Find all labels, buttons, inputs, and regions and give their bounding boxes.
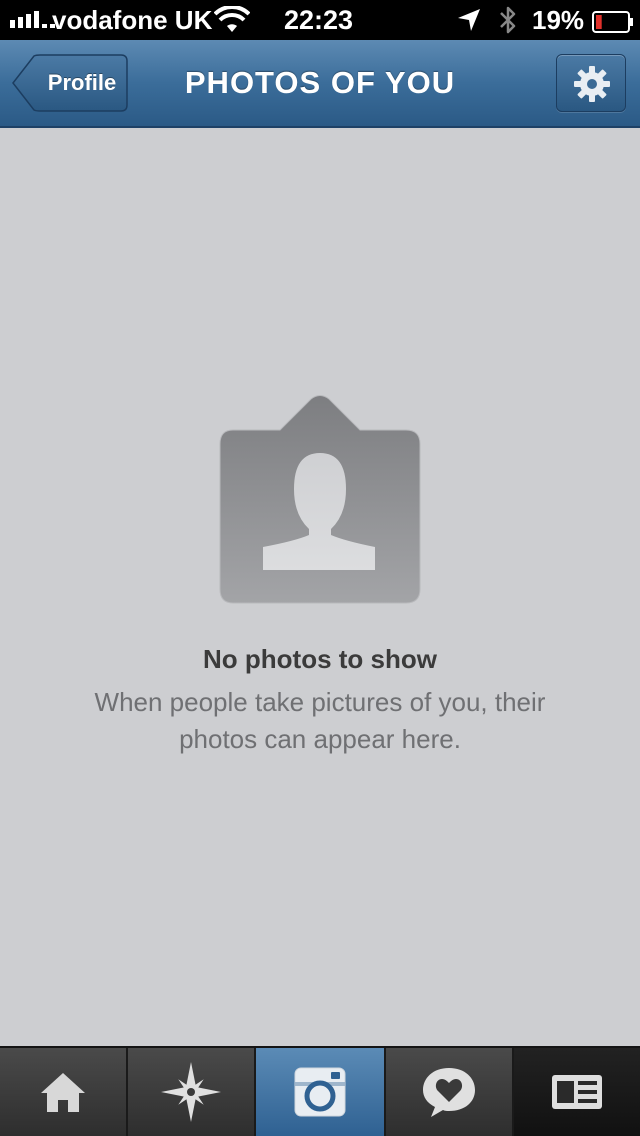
tab-bar bbox=[0, 1046, 640, 1136]
tab-camera[interactable] bbox=[256, 1048, 386, 1136]
tab-home[interactable] bbox=[0, 1048, 128, 1136]
tab-explore[interactable] bbox=[128, 1048, 256, 1136]
bluetooth-icon bbox=[498, 4, 518, 43]
gear-icon bbox=[574, 66, 610, 102]
back-button[interactable]: Profile bbox=[12, 54, 128, 112]
carrier-name: vodafone UK bbox=[52, 5, 213, 35]
camera-icon bbox=[294, 1067, 346, 1117]
back-button-label: Profile bbox=[47, 70, 117, 95]
settings-button[interactable] bbox=[556, 54, 626, 112]
home-icon bbox=[41, 1073, 85, 1112]
empty-state: No photos to show When people take pictu… bbox=[0, 128, 640, 1046]
wifi-icon bbox=[213, 4, 251, 41]
news-profile-icon bbox=[552, 1075, 602, 1109]
battery-percent: 19% bbox=[532, 5, 585, 35]
empty-state-title: No photos to show bbox=[203, 644, 437, 674]
page-title: PHOTOS OF YOU bbox=[184, 65, 456, 100]
battery-icon bbox=[592, 9, 634, 40]
explore-star-icon bbox=[161, 1062, 221, 1122]
tab-activity[interactable] bbox=[386, 1048, 514, 1136]
person-placeholder-icon bbox=[219, 393, 421, 610]
tab-news[interactable] bbox=[514, 1048, 640, 1136]
location-arrow-icon bbox=[456, 7, 482, 40]
empty-state-description: When people take pictures of you, their … bbox=[94, 687, 546, 754]
activity-heart-bubble-icon bbox=[423, 1068, 475, 1117]
status-bar: vodafone UK 22:23 19% bbox=[0, 0, 640, 40]
clock: 22:23 bbox=[284, 5, 354, 35]
nav-bar: Profile PHOTOS OF YOU bbox=[0, 40, 640, 128]
signal-bars-icon bbox=[10, 11, 55, 28]
